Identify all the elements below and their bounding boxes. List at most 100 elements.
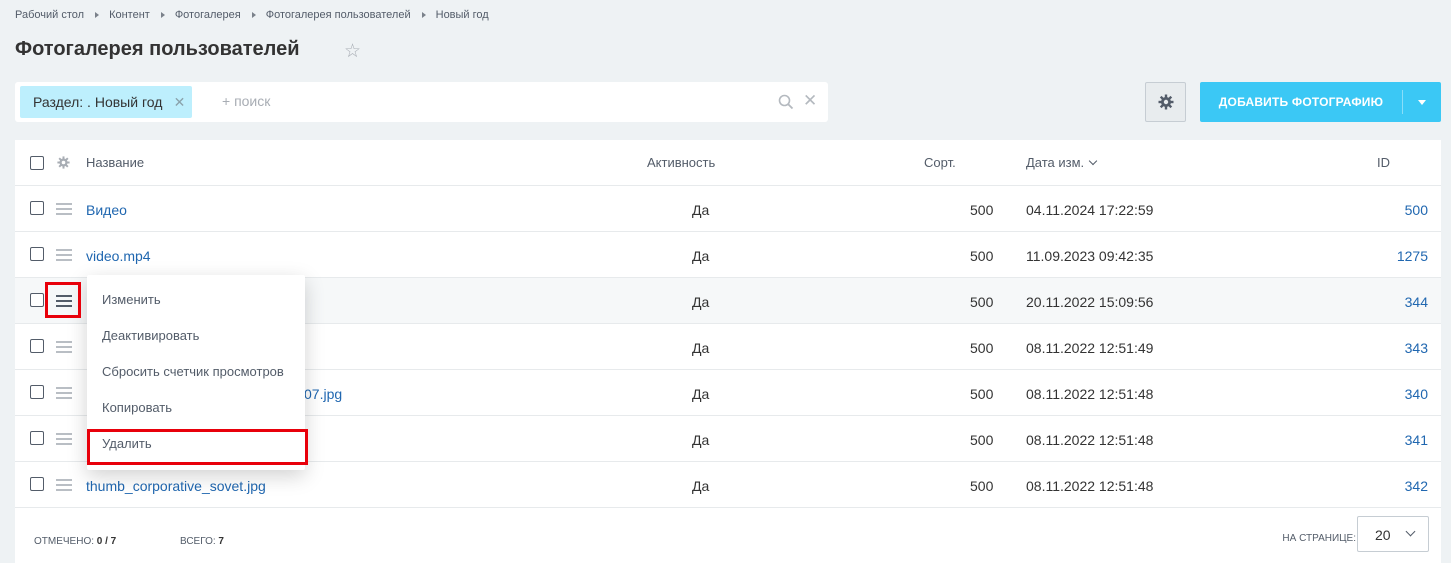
row-id-link[interactable]: 340 <box>1405 386 1428 402</box>
row-id-link[interactable]: 500 <box>1405 202 1428 218</box>
add-photo-button-label: ДОБАВИТЬ ФОТОГРАФИЮ <box>1218 95 1384 109</box>
row-id-link[interactable]: 342 <box>1405 478 1428 494</box>
checked-count-label: ОТМЕЧЕНО: <box>34 536 94 547</box>
row-name-link[interactable]: video.mp4 <box>86 248 151 264</box>
row-menu-icon[interactable] <box>56 249 72 261</box>
row-active: Да <box>692 294 710 310</box>
row-sort: 500 <box>970 386 994 402</box>
breadcrumb-item-desktop[interactable]: Рабочий стол <box>15 9 84 21</box>
table-row[interactable]: video.mp4 Да 500 11.09.2023 09:42:35 127… <box>15 232 1441 278</box>
breadcrumb-item-photogallery[interactable]: Фотогалерея <box>175 9 241 21</box>
row-date: 20.11.2022 15:09:56 <box>1026 294 1154 310</box>
per-page-value: 20 <box>1375 527 1391 543</box>
row-menu-icon[interactable] <box>56 203 72 215</box>
row-active: Да <box>692 478 710 494</box>
row-menu-icon[interactable] <box>56 387 72 399</box>
per-page-select[interactable]: 20 <box>1357 516 1429 552</box>
row-date: 11.09.2023 09:42:35 <box>1026 248 1154 264</box>
row-sort: 500 <box>970 432 994 448</box>
gear-icon <box>1158 94 1173 110</box>
per-page-label: НА СТРАНИЦЕ: <box>1282 533 1356 544</box>
total-count-value: 7 <box>218 536 224 547</box>
menu-item-deactivate[interactable]: Деактивировать <box>87 318 305 354</box>
column-header-name[interactable]: Название <box>86 155 144 170</box>
row-id-link[interactable]: 343 <box>1405 340 1428 356</box>
row-name-link[interactable]: Видео <box>86 202 127 218</box>
chevron-down-icon[interactable] <box>1418 100 1426 105</box>
breadcrumb: Рабочий стол Контент Фотогалерея Фотогал… <box>15 9 489 21</box>
row-checkbox[interactable] <box>30 201 44 215</box>
row-menu-icon[interactable] <box>56 341 72 353</box>
breadcrumb-item-content[interactable]: Контент <box>109 9 150 21</box>
breadcrumb-separator-icon <box>251 12 256 18</box>
checked-count: ОТМЕЧЕНО: 0 / 7 <box>34 536 116 547</box>
breadcrumb-item-new-year[interactable]: Новый год <box>436 9 489 21</box>
page-title: Фотогалерея пользователей <box>15 38 300 60</box>
total-count: ВСЕГО: 7 <box>180 536 224 547</box>
row-checkbox[interactable] <box>30 477 44 491</box>
row-sort: 500 <box>970 248 994 264</box>
filter-bar: Раздел: . Новый год ✕ ✕ <box>15 82 828 122</box>
column-header-date[interactable]: Дата изм. <box>1026 155 1098 170</box>
grid-footer: ОТМЕЧЕНО: 0 / 7 ВСЕГО: 7 НА СТРАНИЦЕ: 20 <box>15 508 1441 563</box>
search-icon[interactable] <box>778 94 794 110</box>
row-menu-icon[interactable] <box>56 433 72 445</box>
star-icon[interactable]: ☆ <box>344 42 361 61</box>
row-name-link[interactable]: 07.jpg <box>304 386 342 402</box>
menu-item-delete[interactable]: Удалить <box>87 426 305 462</box>
row-id-link[interactable]: 344 <box>1405 294 1428 310</box>
row-active: Да <box>692 248 710 264</box>
row-menu-icon[interactable] <box>56 295 72 307</box>
row-active: Да <box>692 432 710 448</box>
row-active: Да <box>692 340 710 356</box>
row-checkbox[interactable] <box>30 339 44 353</box>
row-sort: 500 <box>970 202 994 218</box>
breadcrumb-separator-icon <box>95 12 100 18</box>
column-header-sort[interactable]: Сорт. <box>924 155 956 170</box>
close-icon[interactable]: ✕ <box>174 94 186 111</box>
filter-chip-label: Раздел: . Новый год <box>33 94 163 110</box>
table-row[interactable]: Видео Да 500 04.11.2024 17:22:59 500 <box>15 186 1441 232</box>
row-context-menu: Изменить Деактивировать Сбросить счетчик… <box>87 275 305 470</box>
clear-filter-icon[interactable]: ✕ <box>803 92 817 109</box>
sort-desc-icon <box>1088 156 1098 166</box>
add-photo-button[interactable]: ДОБАВИТЬ ФОТОГРАФИЮ <box>1200 82 1441 122</box>
row-name-link[interactable]: thumb_corporative_sovet.jpg <box>86 478 266 494</box>
search-input[interactable] <box>222 93 722 109</box>
grid-header: Название Активность Сорт. Дата изм. ID <box>15 140 1441 186</box>
column-header-date-label: Дата изм. <box>1026 155 1085 170</box>
row-sort: 500 <box>970 340 994 356</box>
total-count-label: ВСЕГО: <box>180 536 216 547</box>
row-date: 08.11.2022 12:51:48 <box>1026 432 1154 448</box>
row-checkbox[interactable] <box>30 293 44 307</box>
row-id-link[interactable]: 341 <box>1405 432 1428 448</box>
column-settings-gear-icon[interactable] <box>57 156 70 169</box>
menu-item-edit[interactable]: Изменить <box>87 282 305 318</box>
row-checkbox[interactable] <box>30 247 44 261</box>
row-menu-icon[interactable] <box>56 479 72 491</box>
chevron-down-icon <box>1405 526 1416 537</box>
row-sort: 500 <box>970 478 994 494</box>
row-checkbox[interactable] <box>30 431 44 445</box>
menu-item-copy[interactable]: Копировать <box>87 390 305 426</box>
row-id-link[interactable]: 1275 <box>1397 248 1428 264</box>
row-checkbox[interactable] <box>30 385 44 399</box>
breadcrumb-separator-icon <box>160 12 165 18</box>
row-active: Да <box>692 202 710 218</box>
column-header-id[interactable]: ID <box>1377 155 1390 170</box>
column-header-active[interactable]: Активность <box>647 155 715 170</box>
row-active: Да <box>692 386 710 402</box>
button-divider <box>1402 90 1403 114</box>
breadcrumb-item-user-gallery[interactable]: Фотогалерея пользователей <box>266 9 411 21</box>
menu-item-reset-views[interactable]: Сбросить счетчик просмотров <box>87 354 305 390</box>
row-date: 04.11.2024 17:22:59 <box>1026 202 1154 218</box>
breadcrumb-separator-icon <box>421 12 426 18</box>
row-date: 08.11.2022 12:51:48 <box>1026 386 1154 402</box>
row-sort: 500 <box>970 294 994 310</box>
filter-chip-section[interactable]: Раздел: . Новый год ✕ <box>20 86 193 118</box>
row-date: 08.11.2022 12:51:48 <box>1026 478 1154 494</box>
row-date: 08.11.2022 12:51:49 <box>1026 340 1154 356</box>
settings-button[interactable] <box>1145 82 1186 122</box>
select-all-checkbox[interactable] <box>30 156 44 170</box>
checked-count-value: 0 / 7 <box>96 536 117 547</box>
